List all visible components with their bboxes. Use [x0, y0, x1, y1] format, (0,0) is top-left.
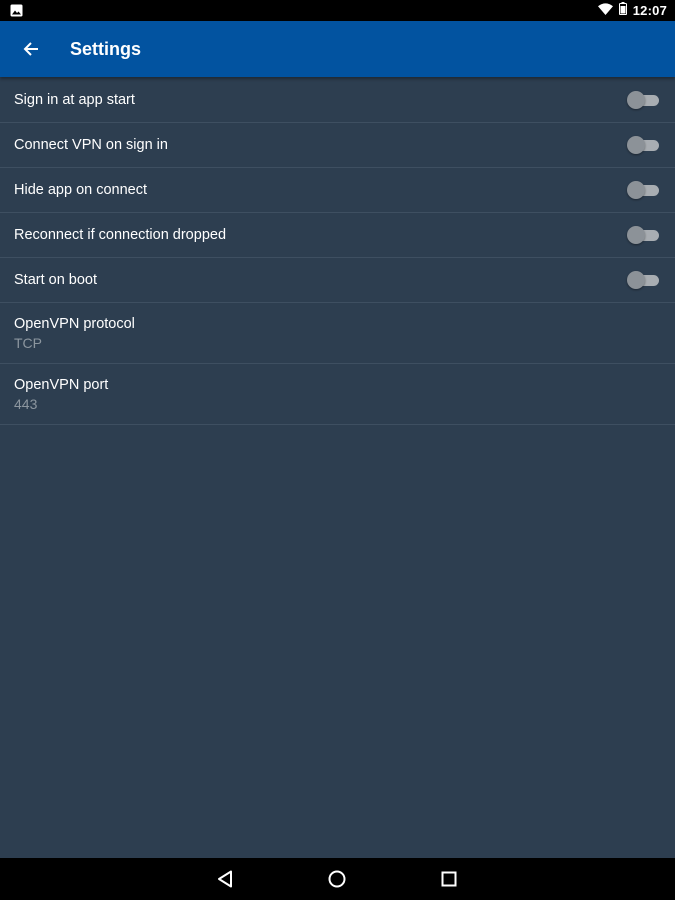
page-title: Settings [70, 39, 142, 59]
setting-label: Sign in at app start [14, 92, 135, 108]
setting-reconnect-if-dropped[interactable]: Reconnect if connection dropped [0, 213, 675, 258]
app-bar: Settings [0, 21, 675, 77]
status-bar: 12:07 [0, 0, 675, 21]
home-circle-icon[interactable] [309, 858, 365, 900]
toggle-switch[interactable] [627, 91, 661, 109]
setting-label: OpenVPN protocol [14, 316, 135, 332]
setting-connect-vpn-on-sign-in[interactable]: Connect VPN on sign in [0, 123, 675, 168]
setting-sign-in-at-app-start[interactable]: Sign in at app start [0, 78, 675, 123]
setting-label: Reconnect if connection dropped [14, 227, 227, 243]
setting-start-on-boot[interactable]: Start on boot [0, 258, 675, 303]
setting-value: 443 [14, 396, 38, 412]
toggle-switch[interactable] [627, 226, 661, 244]
navigation-bar [0, 858, 675, 900]
battery-icon [618, 1, 627, 20]
setting-label: Hide app on connect [14, 182, 148, 198]
setting-value: TCP [14, 335, 42, 351]
settings-list: Sign in at app start Connect VPN on sign… [0, 78, 675, 425]
setting-hide-app-on-connect[interactable]: Hide app on connect [0, 168, 675, 213]
setting-label: Connect VPN on sign in [14, 137, 168, 153]
toggle-thumb [627, 136, 645, 154]
toggle-thumb [627, 91, 645, 109]
toggle-thumb [627, 181, 645, 199]
recents-square-icon[interactable] [421, 858, 477, 900]
toggle-switch[interactable] [627, 136, 661, 154]
gallery-icon [10, 4, 23, 22]
status-icons: 12:07 [597, 0, 667, 21]
setting-openvpn-protocol[interactable]: OpenVPN protocol TCP [0, 303, 675, 364]
back-triangle-icon[interactable] [197, 858, 253, 900]
setting-label: OpenVPN port [14, 377, 109, 393]
wifi-icon [597, 2, 613, 20]
toggle-thumb [627, 271, 645, 289]
status-time: 12:07 [632, 3, 667, 18]
setting-label: Start on boot [14, 272, 98, 288]
setting-openvpn-port[interactable]: OpenVPN port 443 [0, 364, 675, 425]
arrow-back-icon[interactable] [18, 36, 44, 62]
toggle-thumb [627, 226, 645, 244]
toggle-switch[interactable] [627, 271, 661, 289]
toggle-switch[interactable] [627, 181, 661, 199]
